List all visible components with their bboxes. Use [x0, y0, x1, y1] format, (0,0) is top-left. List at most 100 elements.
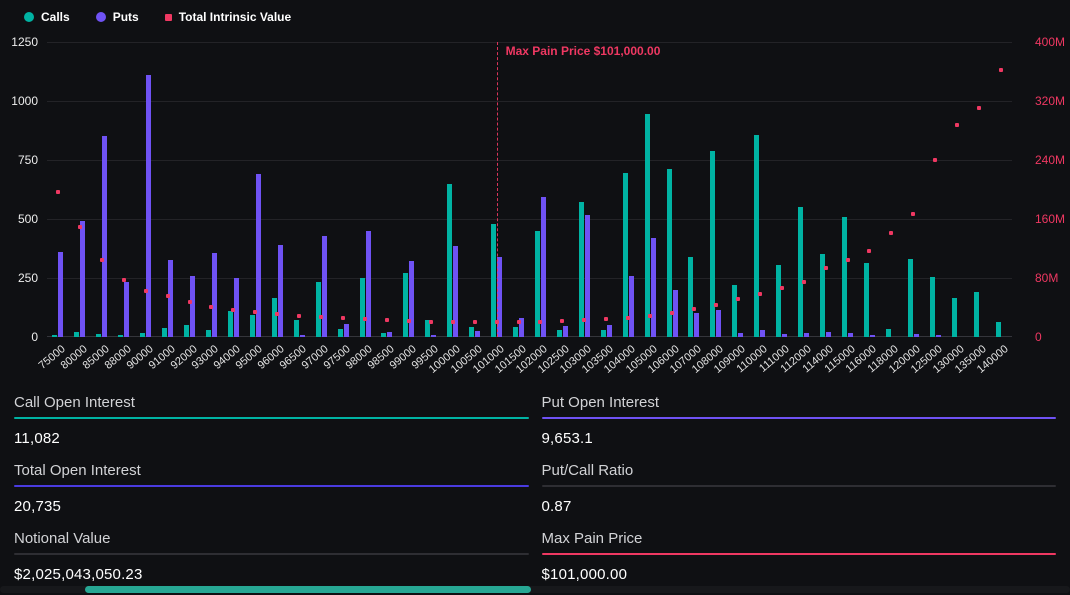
puts-bar[interactable] — [168, 260, 173, 337]
puts-bar[interactable] — [936, 335, 941, 337]
puts-bar[interactable] — [146, 75, 151, 337]
puts-bar[interactable] — [58, 252, 63, 337]
puts-bar[interactable] — [102, 136, 107, 337]
calls-bar[interactable] — [162, 328, 167, 337]
intrinsic-value-dot[interactable] — [385, 318, 389, 322]
puts-bar[interactable] — [651, 238, 656, 337]
calls-bar[interactable] — [118, 335, 123, 337]
intrinsic-value-dot[interactable] — [714, 303, 718, 307]
calls-bar[interactable] — [96, 334, 101, 337]
calls-bar[interactable] — [754, 135, 759, 337]
calls-bar[interactable] — [74, 332, 79, 337]
intrinsic-value-dot[interactable] — [188, 300, 192, 304]
calls-bar[interactable] — [447, 184, 452, 337]
puts-bar[interactable] — [760, 330, 765, 337]
intrinsic-value-dot[interactable] — [648, 314, 652, 318]
puts-bar[interactable] — [848, 333, 853, 337]
calls-bar[interactable] — [557, 330, 562, 337]
puts-bar[interactable] — [804, 333, 809, 337]
puts-bar[interactable] — [870, 335, 875, 337]
puts-bar[interactable] — [629, 276, 634, 337]
calls-bar[interactable] — [294, 320, 299, 337]
calls-bar[interactable] — [776, 265, 781, 337]
puts-bar[interactable] — [782, 334, 787, 337]
intrinsic-value-dot[interactable] — [758, 292, 762, 296]
calls-bar[interactable] — [732, 285, 737, 337]
calls-bar[interactable] — [403, 273, 408, 337]
puts-bar[interactable] — [124, 282, 129, 337]
intrinsic-value-dot[interactable] — [275, 312, 279, 316]
puts-bar[interactable] — [431, 335, 436, 337]
calls-bar[interactable] — [272, 298, 277, 337]
intrinsic-value-dot[interactable] — [100, 258, 104, 262]
intrinsic-value-dot[interactable] — [166, 294, 170, 298]
intrinsic-value-dot[interactable] — [297, 314, 301, 318]
calls-bar[interactable] — [842, 217, 847, 337]
puts-bar[interactable] — [278, 245, 283, 337]
puts-bar[interactable] — [409, 261, 414, 337]
calls-bar[interactable] — [688, 257, 693, 337]
intrinsic-value-dot[interactable] — [144, 289, 148, 293]
intrinsic-value-dot[interactable] — [582, 318, 586, 322]
legend-item-calls[interactable]: Calls — [24, 10, 70, 24]
intrinsic-value-dot[interactable] — [319, 315, 323, 319]
intrinsic-value-dot[interactable] — [473, 320, 477, 324]
puts-bar[interactable] — [80, 221, 85, 337]
puts-bar[interactable] — [826, 332, 831, 337]
calls-bar[interactable] — [623, 173, 628, 337]
intrinsic-value-dot[interactable] — [253, 310, 257, 314]
calls-bar[interactable] — [228, 311, 233, 337]
puts-bar[interactable] — [694, 313, 699, 337]
calls-bar[interactable] — [316, 282, 321, 337]
intrinsic-value-dot[interactable] — [933, 158, 937, 162]
calls-bar[interactable] — [469, 327, 474, 337]
intrinsic-value-dot[interactable] — [231, 308, 235, 312]
intrinsic-value-dot[interactable] — [538, 320, 542, 324]
calls-bar[interactable] — [864, 263, 869, 337]
intrinsic-value-dot[interactable] — [736, 297, 740, 301]
chart-scrollbar-thumb[interactable] — [85, 586, 531, 593]
calls-bar[interactable] — [250, 315, 255, 337]
puts-bar[interactable] — [738, 333, 743, 337]
puts-bar[interactable] — [475, 331, 480, 337]
calls-bar[interactable] — [974, 292, 979, 337]
calls-bar[interactable] — [381, 333, 386, 337]
intrinsic-value-dot[interactable] — [604, 317, 608, 321]
calls-bar[interactable] — [206, 330, 211, 337]
intrinsic-value-dot[interactable] — [517, 320, 521, 324]
intrinsic-value-dot[interactable] — [824, 266, 828, 270]
intrinsic-value-dot[interactable] — [122, 278, 126, 282]
intrinsic-value-dot[interactable] — [209, 305, 213, 309]
intrinsic-value-dot[interactable] — [780, 286, 784, 290]
calls-bar[interactable] — [579, 202, 584, 337]
calls-bar[interactable] — [952, 298, 957, 337]
calls-bar[interactable] — [908, 259, 913, 337]
calls-bar[interactable] — [645, 114, 650, 337]
intrinsic-value-dot[interactable] — [846, 258, 850, 262]
intrinsic-value-dot[interactable] — [451, 320, 455, 324]
calls-bar[interactable] — [513, 327, 518, 337]
puts-bar[interactable] — [607, 325, 612, 337]
intrinsic-value-dot[interactable] — [692, 307, 696, 311]
calls-bar[interactable] — [886, 329, 891, 337]
intrinsic-value-dot[interactable] — [407, 319, 411, 323]
intrinsic-value-dot[interactable] — [977, 106, 981, 110]
intrinsic-value-dot[interactable] — [999, 68, 1003, 72]
intrinsic-value-dot[interactable] — [889, 231, 893, 235]
intrinsic-value-dot[interactable] — [78, 225, 82, 229]
intrinsic-value-dot[interactable] — [911, 212, 915, 216]
puts-bar[interactable] — [716, 310, 721, 337]
puts-bar[interactable] — [563, 326, 568, 337]
calls-bar[interactable] — [798, 207, 803, 338]
puts-bar[interactable] — [914, 334, 919, 337]
puts-bar[interactable] — [387, 332, 392, 337]
intrinsic-value-dot[interactable] — [429, 320, 433, 324]
intrinsic-value-dot[interactable] — [560, 319, 564, 323]
calls-bar[interactable] — [360, 278, 365, 337]
chart-scrollbar-track[interactable] — [0, 586, 1070, 593]
intrinsic-value-dot[interactable] — [802, 280, 806, 284]
intrinsic-value-dot[interactable] — [56, 190, 60, 194]
calls-bar[interactable] — [930, 277, 935, 337]
intrinsic-value-dot[interactable] — [955, 123, 959, 127]
calls-bar[interactable] — [184, 325, 189, 337]
